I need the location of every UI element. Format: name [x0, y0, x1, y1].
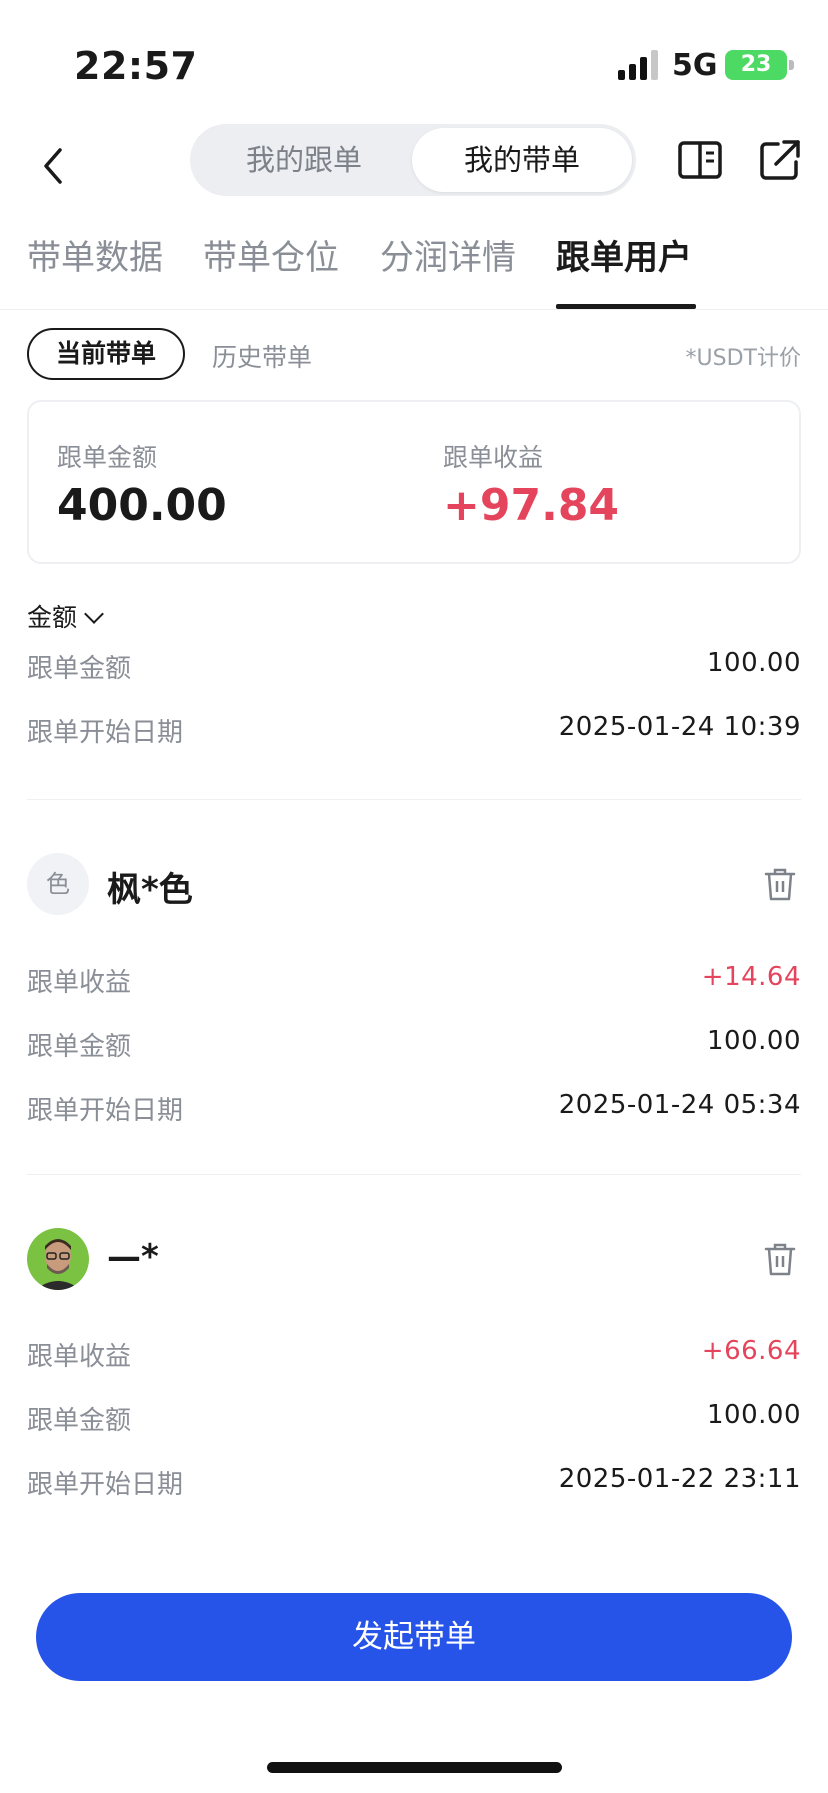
back-icon[interactable]: [26, 136, 82, 196]
sort-label: 金额: [27, 603, 78, 632]
network-label: 5G: [672, 48, 718, 83]
row-label: 跟单金额: [27, 1032, 132, 1062]
user-name: —*: [107, 1237, 159, 1277]
sort-dropdown[interactable]: 金额: [27, 598, 104, 634]
battery-icon: 23: [725, 50, 794, 80]
tab-lead-data[interactable]: 带单数据: [27, 230, 163, 279]
row-value: 100.00: [707, 648, 801, 678]
segment-control: 我的跟单 我的带单: [190, 124, 636, 196]
nav-bar: 我的跟单 我的带单: [0, 120, 828, 220]
row-value: 2025-01-24 10:39: [558, 712, 801, 742]
row-label: 跟单收益: [27, 1342, 132, 1372]
summary-profit-label: 跟单收益: [443, 443, 544, 472]
filter-current[interactable]: 当前带单: [27, 328, 185, 380]
avatar: [27, 1228, 89, 1290]
filter-history[interactable]: 历史带单: [212, 338, 312, 374]
share-icon[interactable]: [756, 136, 804, 184]
home-indicator: [267, 1762, 562, 1773]
row-value: 2025-01-24 05:34: [558, 1090, 801, 1120]
user-photo-icon: [27, 1228, 89, 1290]
summary-card: 跟单金额 400.00 跟单收益 +97.84: [27, 400, 801, 564]
tab-lead-positions[interactable]: 带单仓位: [203, 230, 339, 279]
row-value: 2025-01-22 23:11: [558, 1464, 801, 1494]
row-label: 跟单开始日期: [27, 1096, 184, 1126]
divider: [27, 799, 801, 800]
summary-amount-value: 400.00: [57, 480, 227, 531]
trash-icon[interactable]: [763, 1241, 797, 1277]
row-label: 跟单金额: [27, 654, 132, 684]
tab-follow-users[interactable]: 跟单用户: [556, 230, 692, 279]
row-value: 100.00: [707, 1026, 801, 1056]
summary-profit-value: +97.84: [443, 480, 620, 531]
summary-amount-label: 跟单金额: [57, 443, 158, 472]
tab-underline: [556, 304, 696, 309]
status-time: 22:57: [74, 44, 198, 88]
status-bar: 22:57 5G 23: [0, 0, 828, 120]
tab-profit-share[interactable]: 分润详情: [380, 230, 516, 279]
row-label: 跟单开始日期: [27, 718, 184, 748]
row-value: +66.64: [701, 1336, 801, 1366]
trash-icon[interactable]: [763, 866, 797, 902]
tab-bar: 带单数据 带单仓位 分润详情 跟单用户: [0, 220, 828, 310]
segment-my-lead[interactable]: 我的带单: [412, 128, 632, 192]
user-name: 枫*色: [107, 870, 193, 910]
row-label: 跟单金额: [27, 1406, 132, 1436]
battery-level: 23: [740, 52, 772, 77]
row-value: +14.64: [701, 962, 801, 992]
segment-my-follow[interactable]: 我的跟单: [194, 128, 414, 192]
chevron-down-icon: [84, 604, 104, 624]
avatar: 色: [27, 853, 89, 915]
signal-icon: [618, 50, 658, 80]
row-label: 跟单开始日期: [27, 1470, 184, 1500]
book-icon[interactable]: [676, 136, 724, 184]
start-lead-button[interactable]: 发起带单: [36, 1593, 792, 1681]
divider: [27, 1174, 801, 1175]
unit-note: *USDT计价: [685, 346, 801, 371]
row-value: 100.00: [707, 1400, 801, 1430]
row-label: 跟单收益: [27, 968, 132, 998]
